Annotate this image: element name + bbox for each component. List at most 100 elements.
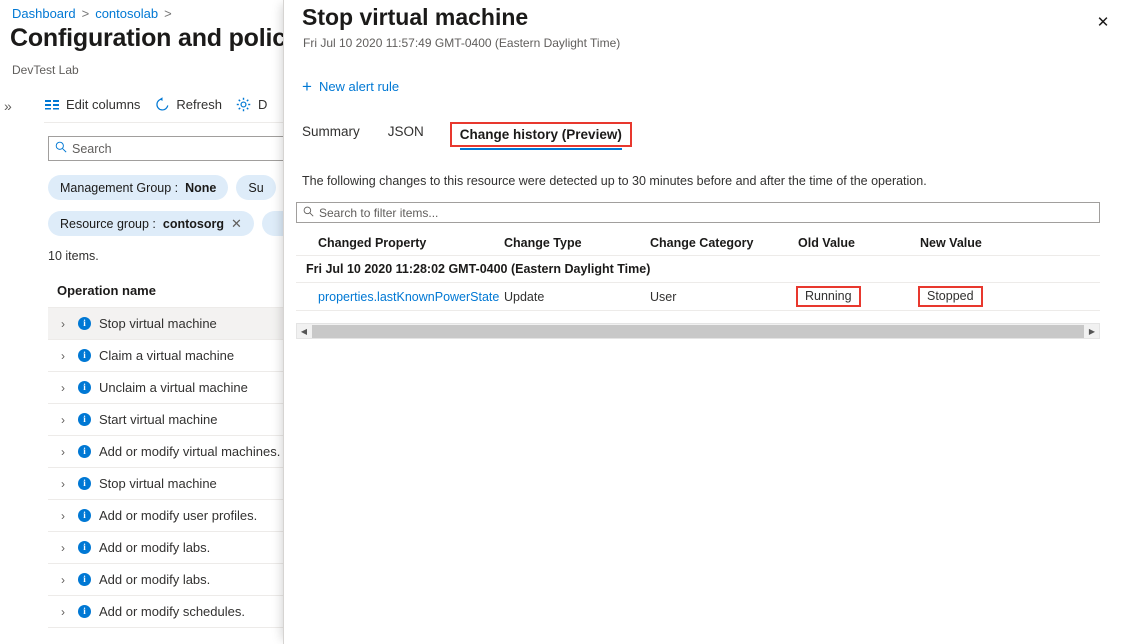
refresh-button[interactable]: Refresh (154, 96, 222, 112)
col-header-change-type[interactable]: Change Type (504, 236, 650, 250)
panel-tabs: Summary JSON Change history (Preview) (302, 122, 644, 150)
tab-summary[interactable]: Summary (302, 124, 374, 148)
filter-items-placeholder: Search to filter items... (319, 205, 439, 220)
table-group-header: Fri Jul 10 2020 11:28:02 GMT-0400 (Easte… (296, 256, 1100, 283)
search-icon (55, 141, 67, 156)
filter-pill-management-group-value: None (185, 180, 217, 195)
cell-old-value: Running (796, 286, 920, 307)
filter-pill-resource-group[interactable]: Resource group : contosorg ✕ (48, 211, 254, 236)
scrollbar-thumb[interactable] (312, 324, 1084, 338)
operation-list-item-label: Add or modify labs. (99, 540, 211, 555)
info-icon: i (78, 413, 91, 426)
filter-pill-subscription[interactable]: Su (236, 175, 276, 200)
operation-list-item[interactable]: › i Unclaim a virtual machine (48, 372, 290, 404)
edit-columns-label: Edit columns (66, 96, 141, 112)
panel-description: The following changes to this resource w… (302, 174, 927, 188)
chevron-right-icon[interactable]: › (61, 381, 70, 395)
plus-icon: + (302, 76, 312, 96)
breadcrumb-separator-2: > (164, 6, 172, 21)
operation-list-item[interactable]: › i Claim a virtual machine (48, 340, 290, 372)
operation-list-item[interactable]: › i Stop virtual machine (48, 308, 290, 340)
info-icon: i (78, 573, 91, 586)
chevron-right-icon[interactable]: › (61, 573, 70, 587)
operation-list-item[interactable]: › i Stop virtual machine (48, 468, 290, 500)
toolbar-divider (44, 122, 290, 123)
operation-list-item[interactable]: › i Add or modify user profiles. (48, 500, 290, 532)
info-icon: i (78, 381, 91, 394)
operation-list-item[interactable]: › i Add or modify schedules. (48, 596, 290, 628)
tab-change-history[interactable]: Change history (Preview) (449, 122, 632, 150)
tab-summary-label: Summary (302, 124, 360, 139)
operations-list: › i Stop virtual machine › i Claim a virtual … (48, 308, 290, 628)
cell-changed-property: properties.lastKnownPowerState (296, 290, 504, 304)
command-toolbar: Edit columns Refresh D (44, 96, 267, 112)
tab-active-underline (459, 148, 622, 150)
changed-property-link[interactable]: properties.lastKnownPowerState (318, 290, 499, 304)
background-blade: Dashboard > contosolab > Configuration and … (0, 0, 290, 644)
edit-columns-button[interactable]: Edit columns (44, 96, 140, 112)
col-header-new-value[interactable]: New Value (920, 236, 1060, 250)
operation-list-item[interactable]: › i Add or modify labs. (48, 564, 290, 596)
filter-items-input[interactable]: Search to filter items... (296, 202, 1100, 223)
operation-list-item[interactable]: › i Add or modify labs. (48, 532, 290, 564)
chevron-right-icon[interactable]: › (61, 605, 70, 619)
filter-pill-resource-group-value: contosorg (162, 216, 224, 231)
chevron-right-icon[interactable]: › (61, 477, 70, 491)
chevron-right-icon[interactable]: › (61, 317, 70, 331)
new-alert-rule-button[interactable]: + New alert rule (302, 76, 400, 96)
info-icon: i (78, 541, 91, 554)
chevron-right-icon[interactable]: › (61, 445, 70, 459)
download-button[interactable]: D (236, 96, 267, 112)
info-icon: i (78, 509, 91, 522)
filter-pill-row-1: Management Group : None Su (48, 175, 276, 200)
operation-list-item-label: Start virtual machine (99, 412, 218, 427)
scroll-left-arrow-icon[interactable]: ◀ (297, 324, 311, 338)
operation-list-item-label: Stop virtual machine (99, 316, 217, 331)
info-icon: i (78, 605, 91, 618)
tab-json-label: JSON (387, 124, 424, 139)
operation-list-item[interactable]: › i Add or modify virtual machines. (48, 436, 290, 468)
operation-list-item-label: Add or modify labs. (99, 572, 211, 587)
chevron-right-icon[interactable]: › (61, 509, 70, 523)
filter-pill-resource-group-label: Resource group : (60, 216, 156, 231)
filter-pill-remove-icon[interactable]: ✕ (231, 216, 242, 232)
items-count: 10 items. (48, 249, 99, 263)
operation-list-item[interactable]: › i Start virtual machine (48, 404, 290, 436)
expand-sidebar-chevron-icon[interactable]: » (4, 98, 12, 114)
new-alert-rule-label: New alert rule (318, 79, 400, 94)
chevron-right-icon[interactable]: › (61, 541, 70, 555)
filter-pill-subscription-label: Su (248, 180, 264, 195)
tab-json[interactable]: JSON (388, 124, 438, 148)
screen-root: Dashboard > contosolab > Configuration and … (0, 0, 1133, 644)
info-icon: i (78, 317, 91, 330)
breadcrumb-item-contosolab[interactable]: contosolab (95, 6, 158, 21)
breadcrumb: Dashboard > contosolab > (12, 6, 178, 21)
scroll-right-arrow-icon[interactable]: ▶ (1085, 324, 1099, 338)
operation-list-item-label: Add or modify user profiles. (99, 508, 258, 523)
operation-list-item-label: Claim a virtual machine (99, 348, 235, 363)
columns-icon (44, 96, 60, 112)
refresh-icon (154, 96, 170, 112)
filter-pill-management-group-label: Management Group : (60, 180, 179, 195)
breadcrumb-separator-1: > (81, 6, 90, 21)
operation-list-item-label: Add or modify schedules. (99, 604, 245, 619)
breadcrumb-item-dashboard[interactable]: Dashboard (12, 6, 76, 21)
close-icon[interactable]: ✕ (1091, 10, 1115, 34)
col-header-old-value[interactable]: Old Value (798, 236, 920, 250)
col-header-change-category[interactable]: Change Category (650, 236, 798, 250)
chevron-right-icon[interactable]: › (61, 349, 70, 363)
table-horizontal-scrollbar[interactable]: ◀ ▶ (296, 323, 1100, 339)
search-icon (303, 205, 314, 220)
filter-pill-management-group[interactable]: Management Group : None (48, 175, 229, 200)
search-input[interactable]: Search (48, 136, 290, 161)
chevron-right-icon[interactable]: › (61, 413, 70, 427)
col-header-changed-property[interactable]: Changed Property (296, 236, 504, 250)
change-history-table: Changed Property Change Type Change Cate… (296, 230, 1100, 311)
filter-pill-row-2: Resource group : contosorg ✕ (48, 211, 290, 236)
panel-subtitle-timestamp: Fri Jul 10 2020 11:57:49 GMT-0400 (Easte… (303, 36, 621, 50)
cell-change-category: User (650, 289, 677, 304)
refresh-label: Refresh (176, 96, 222, 112)
new-value-highlight: Stopped (918, 286, 983, 307)
table-row[interactable]: properties.lastKnownPowerState Update Us… (296, 283, 1100, 311)
operation-name-column-header: Operation name (57, 283, 156, 298)
